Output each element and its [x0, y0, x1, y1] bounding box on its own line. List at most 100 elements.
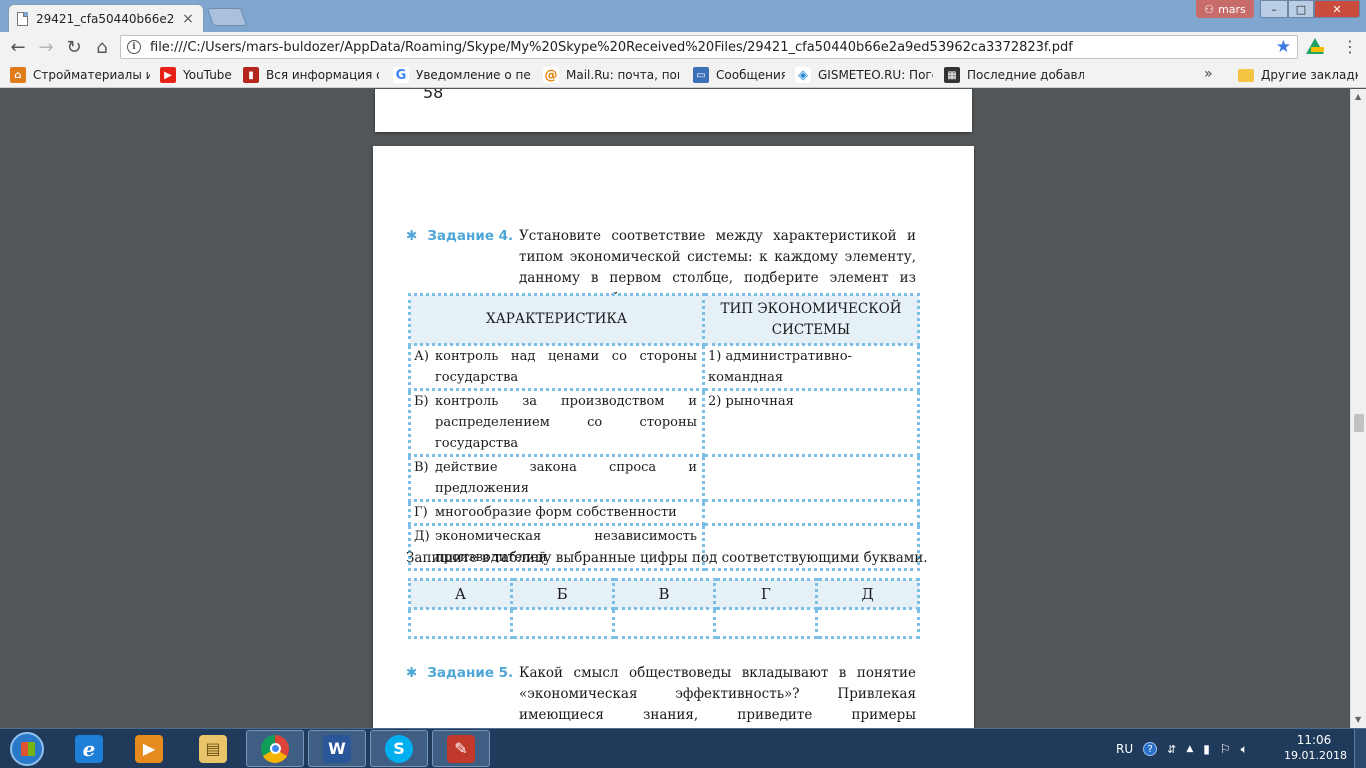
bookmark-label: GISMETEO.RU: Погод — [818, 68, 933, 82]
forward-button[interactable]: → — [32, 33, 60, 61]
other-bookmarks[interactable]: Другие закладки — [1238, 67, 1358, 83]
pdf-viewer[interactable]: 58 ✱ Задание 4. Установите соответствие м… — [0, 89, 1350, 729]
bookmark-item[interactable]: ▭ Сообщения — [693, 67, 785, 83]
language-indicator[interactable]: RU — [1116, 742, 1133, 756]
network-icon[interactable]: ⚐ — [1220, 742, 1231, 756]
row-letter: Б) — [414, 394, 429, 409]
row-letter: А) — [414, 349, 429, 364]
taskbar-app[interactable]: ▶ — [120, 730, 178, 767]
answer-letter: Г — [713, 578, 819, 610]
answer-cell — [713, 607, 819, 639]
folder-icon — [1238, 68, 1254, 82]
system-type-cell: 2) рыночная — [702, 388, 920, 457]
maximize-button[interactable]: □ — [1288, 0, 1314, 18]
tab-close-button[interactable]: × — [181, 11, 195, 27]
show-hidden-icons-icon[interactable]: ▲ — [1186, 744, 1193, 754]
user-icon: ⚇ — [1204, 2, 1215, 16]
characteristic-cell: Б) контроль за производством и распределе… — [408, 388, 705, 457]
more-bookmarks-chevron-icon[interactable]: » — [1204, 66, 1213, 82]
bookmark-label: Вся информация о в — [266, 68, 379, 82]
system-type-cell: 1) административно-командная — [702, 343, 920, 391]
usb-icon[interactable]: ⇵ — [1167, 743, 1176, 756]
back-arrow-icon: ← — [10, 36, 26, 58]
answer-blank-row — [408, 607, 920, 639]
tab-title: 29421_cfa50440b66e2a9 — [36, 11, 173, 26]
taskbar-app[interactable]: W — [308, 730, 366, 767]
back-button[interactable]: ← — [4, 33, 32, 61]
bookmark-item[interactable]: ▮ Вся информация о в — [243, 67, 379, 83]
messages-icon: ▭ — [693, 67, 709, 83]
new-tab-button[interactable] — [206, 8, 248, 26]
bookmark-label: Сообщения — [716, 68, 785, 82]
task-heading: ✱ Задание 4. — [406, 226, 513, 247]
home-button[interactable]: ⌂ — [88, 33, 116, 61]
bookmark-item[interactable]: ▦ Последние добавлен — [944, 67, 1084, 83]
browser-tab[interactable]: 29421_cfa50440b66e2a9 × — [8, 4, 204, 32]
pdf-page-previous: 58 — [375, 89, 972, 132]
skype-icon: S — [385, 734, 413, 763]
ie-icon: e — [75, 734, 103, 763]
answer-letter: В — [611, 578, 717, 610]
bookmark-item[interactable]: ⌂ Стройматериалы и с — [10, 67, 150, 83]
asterisk-icon: ✱ — [406, 228, 418, 244]
reload-button[interactable]: ↻ — [60, 33, 88, 61]
scroll-up-icon[interactable]: ▲ — [1355, 92, 1361, 101]
column-header: ТИП ЭКОНОМИЧЕСКОЙ СИСТЕМЫ — [702, 293, 920, 346]
taskbar-app[interactable] — [246, 730, 304, 767]
pdf-page: ✱ Задание 4. Установите соответствие межд… — [373, 146, 974, 729]
google-icon: G — [393, 67, 409, 83]
clock[interactable]: 11:06 19.01.2018 — [1284, 732, 1347, 764]
film-icon: ▦ — [944, 67, 960, 83]
characteristic-text: контроль за производством и распределени… — [435, 394, 697, 451]
google-drive-icon[interactable] — [1306, 38, 1324, 54]
forward-arrow-icon: → — [38, 36, 54, 58]
table-row: Б) контроль за производством и распределе… — [408, 388, 920, 457]
scrollbar-thumb[interactable] — [1354, 414, 1364, 432]
bookmark-item[interactable]: ◈ GISMETEO.RU: Погод — [795, 67, 933, 83]
battery-icon[interactable]: ▮ — [1203, 742, 1210, 756]
answer-cell — [408, 607, 513, 639]
taskbar-app[interactable]: e — [60, 730, 118, 767]
windows-logo-icon — [10, 732, 44, 766]
characteristic-text: многообразие форм собственности — [435, 505, 677, 520]
bookmark-star-icon[interactable]: ★ — [1276, 37, 1291, 57]
vertical-scrollbar[interactable]: ▲ ▼ — [1350, 89, 1366, 729]
minimize-button[interactable]: – — [1260, 0, 1288, 18]
answer-letter: А — [408, 578, 513, 610]
taskbar-app[interactable]: S — [370, 730, 428, 767]
volume-icon[interactable]: 🔈︎ — [1241, 742, 1248, 757]
bookmark-item[interactable]: G Уведомление о пере — [393, 67, 531, 83]
bookmark-item[interactable]: ▶ YouTube — [160, 67, 238, 83]
instruction-text: Запишите в таблицу выбранные цифры под с… — [406, 550, 928, 566]
document-icon — [17, 11, 28, 26]
help-icon[interactable]: ? — [1143, 742, 1158, 756]
answer-header-row: А Б В Г Д — [408, 578, 920, 610]
task-label: Задание 5. — [427, 665, 514, 681]
task-heading: ✱ Задание 5. — [406, 663, 513, 684]
row-letter: Г) — [414, 505, 428, 520]
address-bar[interactable]: i file:///C:/Users/mars-buldozer/AppData… — [120, 35, 1298, 59]
url-text[interactable]: file:///C:/Users/mars-buldozer/AppData/R… — [150, 40, 1276, 55]
bookmark-label: Mail.Ru: почта, поис — [566, 68, 679, 82]
taskbar-app[interactable]: ✎ — [432, 730, 490, 767]
media-player-icon: ▶ — [135, 734, 163, 763]
show-desktop-button[interactable] — [1354, 729, 1366, 768]
browser-menu-icon[interactable]: ⋮ — [1340, 38, 1360, 58]
table-row: А) контроль над ценами со стороны государ… — [408, 343, 920, 391]
windows-taskbar: e ▶ ▤ W S ✎ RU ? ⇵ ▲ ▮ ⚐ 🔈︎ 11:06 19.01.… — [0, 728, 1366, 768]
bookmark-item[interactable]: @ Mail.Ru: почта, поис — [543, 67, 679, 83]
scroll-down-icon[interactable]: ▼ — [1355, 715, 1361, 724]
bookmark-label: Стройматериалы и с — [33, 68, 150, 82]
browser-toolbar: ← → ↻ ⌂ i file:///C:/Users/mars-buldozer… — [0, 32, 1366, 62]
mailru-icon: @ — [543, 67, 559, 83]
info-site-icon: ▮ — [243, 67, 259, 83]
table-row: Г) многообразие форм собственности — [408, 499, 920, 526]
characteristic-cell: Г) многообразие форм собственности — [408, 499, 705, 526]
close-window-button[interactable]: ✕ — [1314, 0, 1360, 18]
bookmark-label: YouTube — [183, 68, 232, 82]
taskbar-app[interactable]: ▤ — [184, 730, 242, 767]
profile-button[interactable]: ⚇ mars — [1196, 0, 1254, 18]
start-button[interactable] — [3, 731, 51, 767]
info-icon[interactable]: i — [127, 40, 141, 54]
table-header-row: ХАРАКТЕРИСТИКА ТИП ЭКОНОМИЧЕСКОЙ СИСТЕМЫ — [408, 293, 920, 346]
